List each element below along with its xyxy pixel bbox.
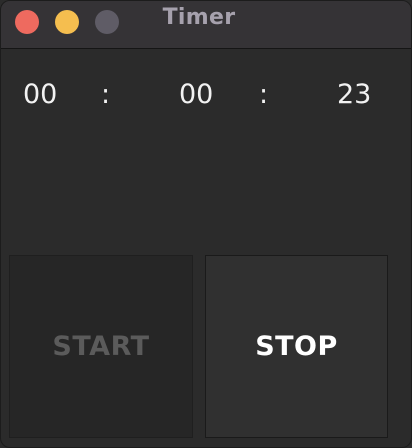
time-separator: :	[101, 79, 111, 110]
time-separator: :	[259, 79, 269, 110]
timer-window: Timer 00 : 00 : 23 START STOP	[0, 0, 412, 448]
title-bar: Timer	[1, 1, 411, 49]
window-title: Timer	[162, 5, 236, 30]
minutes-value: 00	[179, 79, 214, 110]
timer-display: 00 : 00 : 23	[1, 77, 411, 117]
hours-value: 00	[23, 79, 58, 110]
start-button[interactable]: START	[9, 255, 193, 438]
seconds-value: 23	[337, 79, 372, 110]
stop-button[interactable]: STOP	[205, 255, 388, 438]
